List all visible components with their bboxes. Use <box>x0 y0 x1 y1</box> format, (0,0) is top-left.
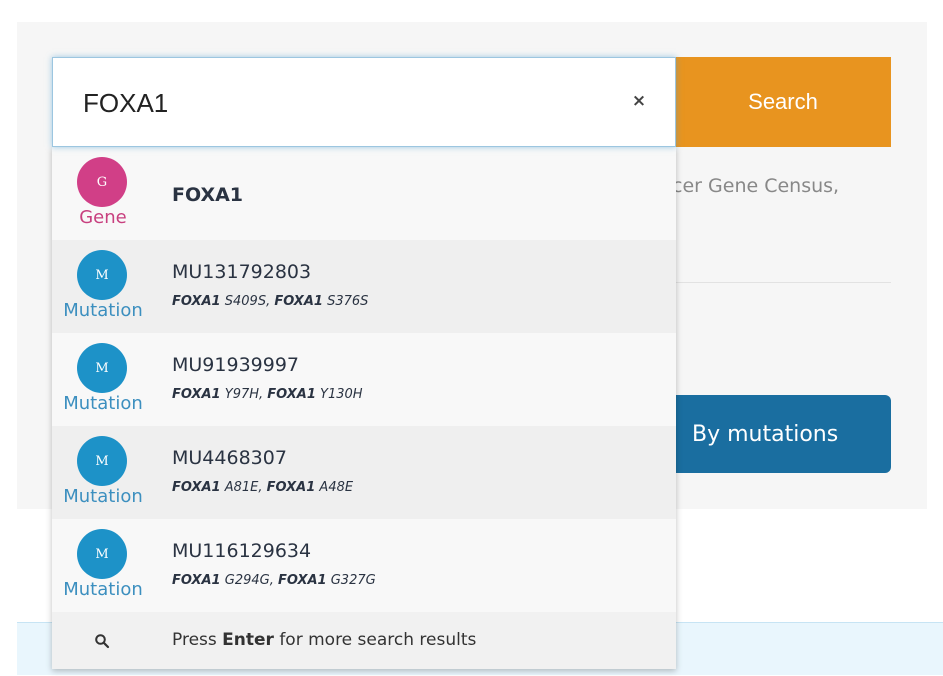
divider <box>675 282 891 283</box>
gene-badge-icon: G <box>77 157 127 207</box>
suggestion-type: Gene <box>79 207 127 228</box>
suggestion-title: MU4468307 <box>172 447 287 469</box>
suggestion-type: Mutation <box>63 393 143 414</box>
mutation-badge-icon: M <box>77 529 127 579</box>
suggestion-mutation[interactable]: M Mutation MU4468307 FOXA1 A81E, FOXA1 A… <box>52 426 676 519</box>
suggestion-type: Mutation <box>63 486 143 507</box>
more-results-item[interactable]: Press Enter for more search results <box>52 612 676 669</box>
suggestion-gene-foxa1[interactable]: G Gene FOXA1 <box>52 147 676 240</box>
search-box: × <box>52 57 676 147</box>
suggestion-title: MU131792803 <box>172 261 312 283</box>
mutation-badge-icon: M <box>77 343 127 393</box>
clear-search-button[interactable]: × <box>629 90 649 112</box>
suggestion-mutation[interactable]: M Mutation MU91939997 FOXA1 Y97H, FOXA1 … <box>52 333 676 426</box>
suggestion-mutation[interactable]: M Mutation MU131792803 FOXA1 S409S, FOXA… <box>52 240 676 333</box>
mutation-badge-icon: M <box>77 250 127 300</box>
suggestion-consequences: FOXA1 A81E, FOXA1 A48E <box>172 480 354 495</box>
suggestion-title: MU116129634 <box>172 540 312 562</box>
suggestion-consequences: FOXA1 Y97H, FOXA1 Y130H <box>172 387 363 402</box>
by-mutations-button[interactable]: By mutations <box>640 395 891 473</box>
more-results-text: Press Enter for more search results <box>172 630 477 650</box>
search-button[interactable]: Search <box>675 57 891 147</box>
description-text: ncer Gene Census, <box>660 175 840 197</box>
search-icon <box>95 634 110 649</box>
suggestion-type: Mutation <box>63 300 143 321</box>
autocomplete-dropdown: G Gene FOXA1 M Mutation MU131792803 FOXA… <box>52 147 676 669</box>
search-input[interactable] <box>83 86 603 120</box>
suggestion-consequences: FOXA1 S409S, FOXA1 S376S <box>172 294 369 309</box>
suggestion-mutation[interactable]: M Mutation MU116129634 FOXA1 G294G, FOXA… <box>52 519 676 612</box>
suggestion-title: MU91939997 <box>172 354 300 376</box>
suggestion-title: FOXA1 <box>172 184 244 206</box>
mutation-badge-icon: M <box>77 436 127 486</box>
suggestion-type: Mutation <box>63 579 143 600</box>
suggestion-consequences: FOXA1 G294G, FOXA1 G327G <box>172 573 376 588</box>
